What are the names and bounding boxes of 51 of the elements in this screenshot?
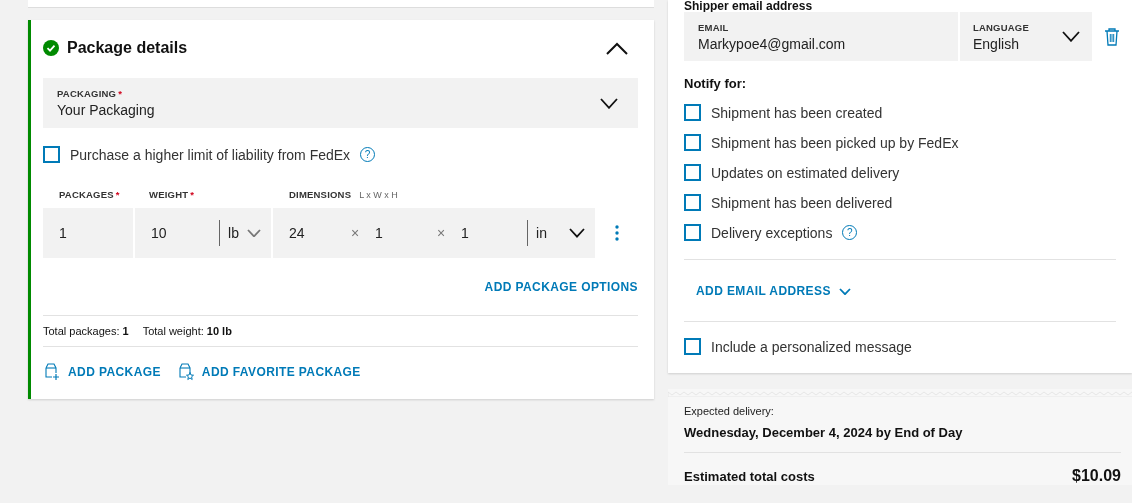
add-package-options-link[interactable]: ADD PACKAGE OPTIONS [484, 280, 638, 294]
box-star-icon [176, 363, 194, 381]
checkbox[interactable] [43, 146, 60, 163]
checkbox-label: Shipment has been created [711, 104, 883, 121]
checkbox-label: Shipment has been delivered [711, 194, 893, 211]
checkbox[interactable] [684, 134, 701, 151]
column-hint: L x W x H [359, 189, 398, 200]
unit-dropdown[interactable]: in [527, 220, 595, 246]
trash-icon [1104, 27, 1120, 46]
checkbox[interactable] [684, 224, 701, 241]
total-label: Estimated total costs [684, 468, 815, 484]
vertical-dots-icon [615, 225, 619, 241]
checkbox[interactable] [684, 194, 701, 211]
total-text: Total weight: 10 lb [142, 325, 232, 337]
notify-label: Notify for: [684, 76, 748, 91]
delivery-label: Expected delivery: [684, 405, 775, 417]
chevron-down-icon [247, 229, 261, 237]
delivery-date: Wednesday, December 4, 2024 by End of Day [684, 425, 1121, 453]
unit-dropdown[interactable]: lb [219, 220, 271, 246]
checkbox-label: Delivery exceptions [711, 224, 833, 241]
chevron-down-icon [838, 287, 851, 295]
checkbox[interactable] [684, 164, 701, 181]
chevron-down-icon [1062, 31, 1080, 42]
checkbox[interactable] [684, 104, 701, 121]
add-favorite-package-link[interactable]: ADD FAVORITE PACKAGE [176, 363, 361, 381]
add-package-link[interactable]: ADD PACKAGE [43, 363, 161, 381]
times-sign: × [437, 225, 447, 241]
section-heading: Shipper email address [684, 0, 814, 12]
column-label: PACKAGES * [59, 189, 120, 200]
checkbox-label: Shipment has been picked up by FedEx [711, 134, 959, 151]
times-sign: × [351, 225, 361, 241]
packaging-dropdown[interactable]: PACKAGING * Your Packaging [43, 78, 638, 128]
language-dropdown[interactable]: LANGUAGE English [960, 12, 1092, 61]
checkbox-label: Updates on estimated delivery [711, 164, 900, 181]
chevron-down-icon [569, 228, 585, 238]
column-label: WEIGHT * [149, 189, 195, 200]
add-email-address-link[interactable]: ADD EMAIL ADDRESS [696, 284, 851, 298]
total-amount: $10.09 [1072, 467, 1121, 485]
total-text: Total packages: 1 [43, 325, 129, 337]
weight-input[interactable]: 10 lb [135, 208, 271, 258]
checkbox[interactable] [684, 338, 701, 355]
chevron-up-icon [606, 41, 628, 55]
section-title: Package details [67, 39, 189, 57]
checkbox-label: Purchase a higher limit of liability from FedEx [70, 146, 351, 163]
checkbox-label: Include a personalized message [711, 338, 912, 355]
column-label: DIMENSIONS [289, 189, 352, 200]
email-input[interactable]: EMAIL Markypoe4@gmail.com [684, 12, 958, 61]
packages-input[interactable]: 1 [43, 208, 133, 258]
dimensions-input[interactable]: 24 × 1 × 1 in [273, 208, 595, 258]
chevron-down-icon [600, 97, 618, 109]
box-plus-icon [43, 363, 60, 381]
